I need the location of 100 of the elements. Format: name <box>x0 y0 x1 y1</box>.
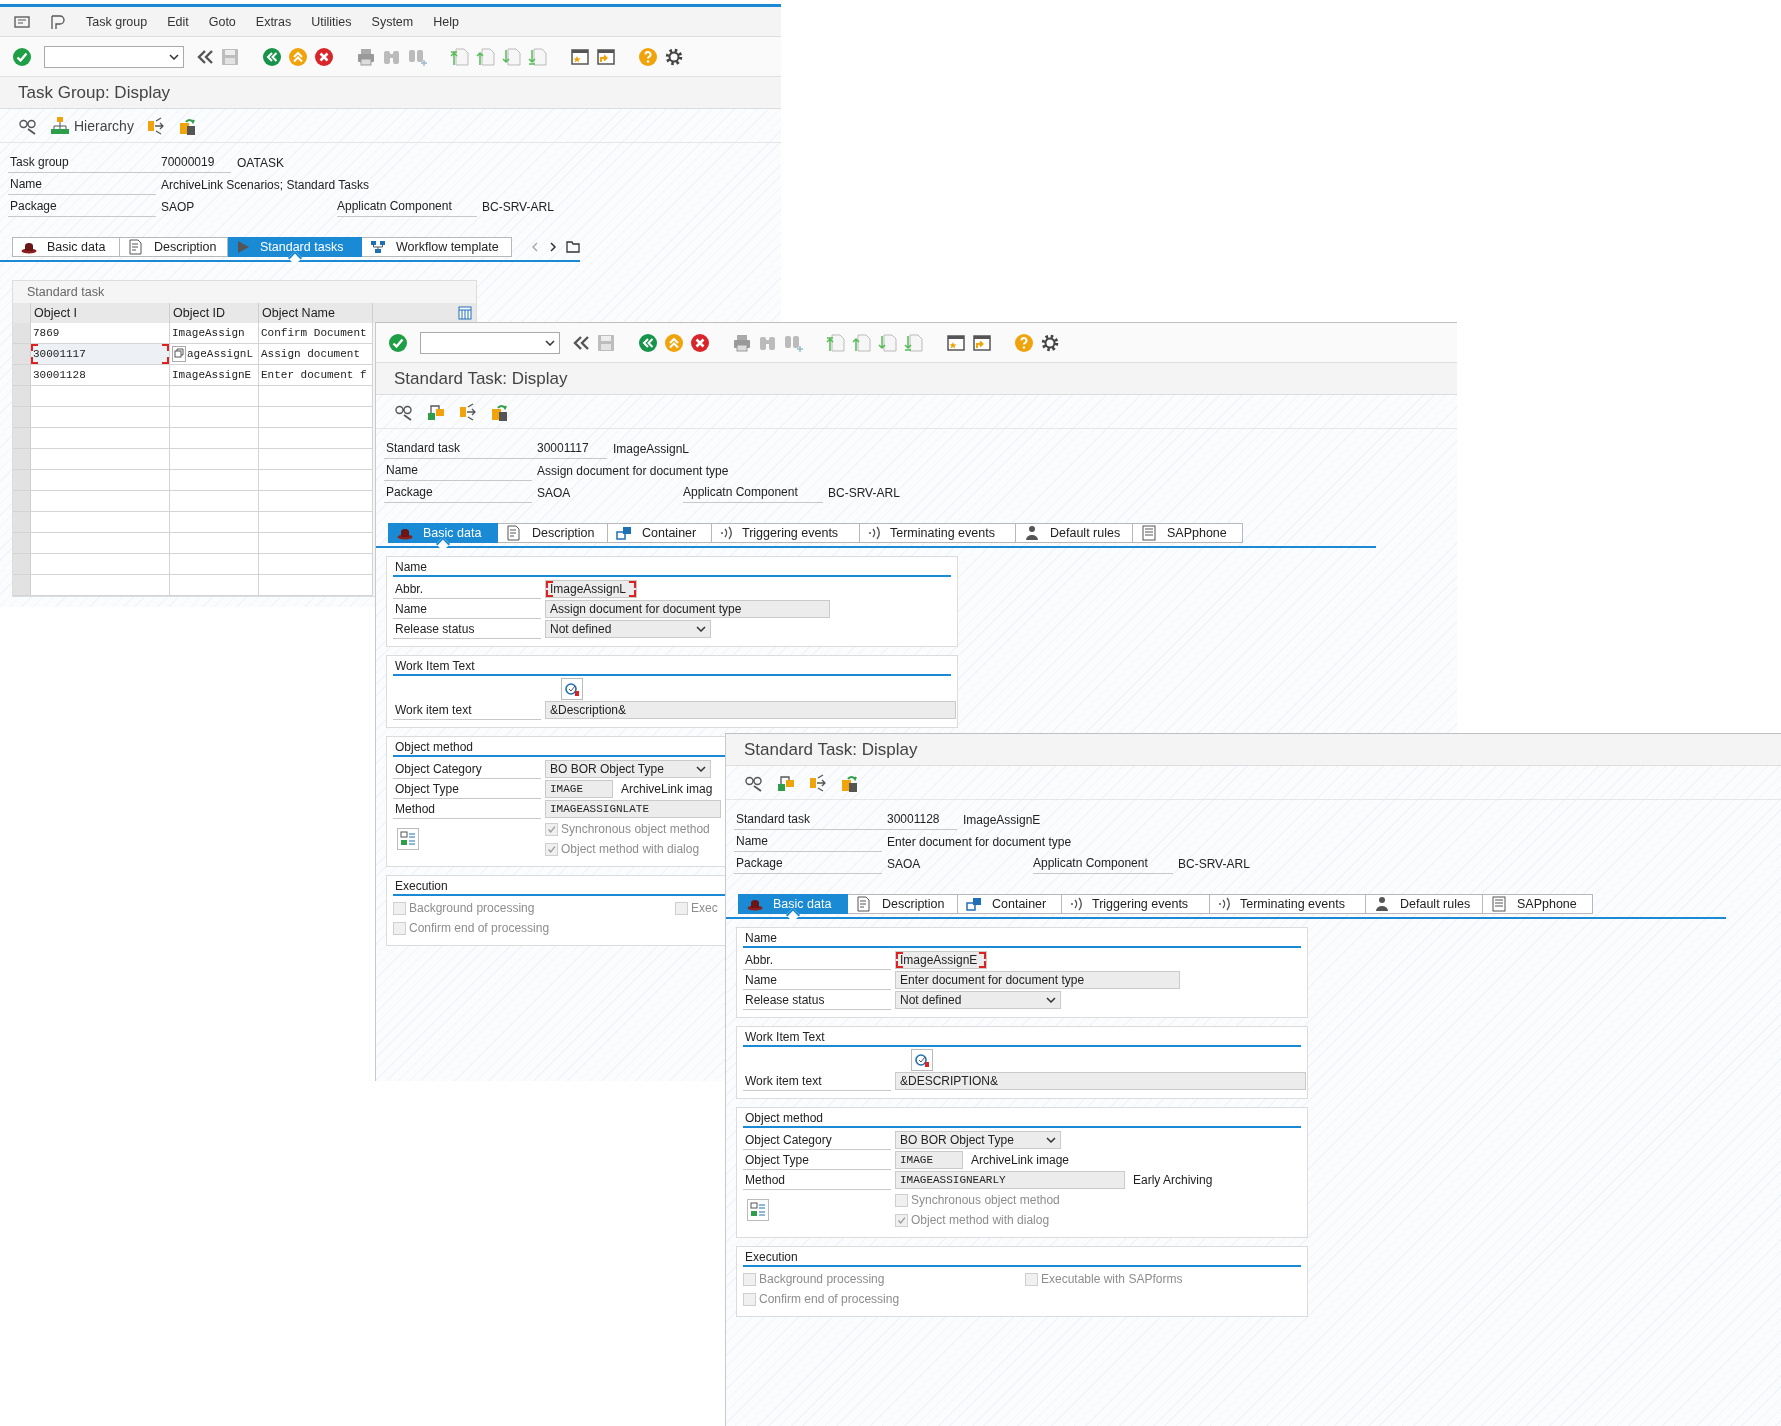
dropdown[interactable]: Not defined <box>895 991 1061 1009</box>
input-field[interactable]: ImageAssignL <box>545 580 637 598</box>
copy-icon[interactable] <box>172 346 186 362</box>
column-settings-icon[interactable] <box>458 306 472 320</box>
printer-icon[interactable] <box>356 46 376 67</box>
menu-item[interactable]: System <box>371 14 414 29</box>
caret-icon[interactable] <box>1046 1137 1056 1143</box>
tab[interactable]: Terminating events <box>1210 894 1366 914</box>
column-header[interactable]: Object ID <box>170 303 259 323</box>
dropdown[interactable]: Not defined <box>545 620 711 638</box>
tab[interactable]: SAPphone <box>1133 523 1243 543</box>
caret-icon[interactable] <box>696 766 706 772</box>
text-variable-button[interactable] <box>561 678 583 700</box>
field-label: Package <box>384 483 532 503</box>
printer-icon[interactable] <box>732 332 752 353</box>
tab-list-icon[interactable] <box>566 241 580 253</box>
tab[interactable]: Triggering events <box>712 523 860 543</box>
field-label: Release status <box>393 619 541 639</box>
tab[interactable]: Default rules <box>1016 523 1133 543</box>
input-field[interactable]: Assign document for document type <box>545 600 830 618</box>
tab[interactable]: Description <box>498 523 608 543</box>
attributes-button[interactable] <box>747 1199 769 1221</box>
column-header[interactable]: Object I <box>31 303 170 323</box>
field-value: BC-SRV-ARL <box>482 199 555 216</box>
shortcut-icon[interactable] <box>596 46 616 67</box>
layout-icon[interactable] <box>50 13 66 30</box>
section-title: Name <box>393 559 951 577</box>
input-field[interactable]: IMAGEASSIGNEARLY <box>895 1171 1125 1189</box>
column-header[interactable]: Object Name <box>259 303 373 323</box>
last-page-icon[interactable] <box>528 46 548 67</box>
text-variable-button[interactable] <box>911 1049 933 1071</box>
where-used-icon[interactable] <box>458 401 478 422</box>
help-icon[interactable] <box>638 46 658 67</box>
command-field[interactable] <box>44 45 184 68</box>
input-field[interactable]: ImageAssignE <box>895 951 987 969</box>
exit-icon[interactable] <box>664 332 684 353</box>
container-icon <box>966 897 982 911</box>
chevron-right-icon[interactable] <box>548 241 558 253</box>
menu-item[interactable]: Goto <box>208 14 236 29</box>
tab[interactable]: SAPphone <box>1483 894 1593 914</box>
caret-icon[interactable] <box>545 339 555 346</box>
input-field[interactable]: IMAGEASSIGNLATE <box>545 800 721 818</box>
where-used-icon[interactable] <box>145 115 166 136</box>
field-value: BC-SRV-ARL <box>828 485 901 502</box>
input-field[interactable]: IMAGE <box>545 780 613 798</box>
first-page-icon[interactable] <box>826 332 846 353</box>
tab[interactable]: Terminating events <box>860 523 1016 543</box>
tab[interactable]: Default rules <box>1366 894 1483 914</box>
tab[interactable]: Description <box>120 237 228 257</box>
chevron-left-icon[interactable] <box>530 241 540 253</box>
enter-icon[interactable] <box>12 46 32 67</box>
settings-icon[interactable] <box>664 46 684 67</box>
tab[interactable]: Container <box>958 894 1062 914</box>
tab[interactable]: Triggering events <box>1062 894 1210 914</box>
tab[interactable]: Basic data <box>12 237 120 257</box>
menu-item[interactable]: Edit <box>167 14 189 29</box>
menu-icon[interactable] <box>14 14 30 29</box>
cancel-icon[interactable] <box>690 332 710 353</box>
tab[interactable]: Description <box>848 894 958 914</box>
caret-icon[interactable] <box>169 53 179 60</box>
back-icon[interactable] <box>638 332 658 353</box>
input-field[interactable]: Enter document for document type <box>895 971 1180 989</box>
back-icon[interactable] <box>262 46 282 67</box>
cancel-icon[interactable] <box>314 46 334 67</box>
section-title: Object method <box>743 1110 1301 1128</box>
previous-page-icon[interactable] <box>852 332 872 353</box>
new-window-icon[interactable] <box>570 46 590 67</box>
field-label: Release status <box>743 990 891 1010</box>
caret-icon[interactable] <box>1046 997 1056 1003</box>
last-page-icon[interactable] <box>904 332 924 353</box>
help-icon[interactable] <box>1014 332 1034 353</box>
menu-item[interactable]: Utilities <box>311 14 352 29</box>
input-field[interactable]: &Description& <box>545 701 956 719</box>
hierarchy-button[interactable]: Hierarchy <box>50 115 134 136</box>
input-field[interactable]: IMAGE <box>895 1151 963 1169</box>
tab[interactable]: Workflow template <box>362 237 512 257</box>
first-page-icon[interactable] <box>450 46 470 67</box>
next-page-icon[interactable] <box>878 332 898 353</box>
checkbox-label: Confirm end of processing <box>759 1292 900 1306</box>
where-used-icon[interactable] <box>808 772 828 793</box>
tab[interactable]: Container <box>608 523 712 543</box>
play-icon <box>236 240 250 254</box>
dropdown[interactable]: BO BOR Object Type <box>895 1131 1061 1149</box>
exit-icon[interactable] <box>288 46 308 67</box>
shortcut-icon[interactable] <box>972 332 992 353</box>
select-all-cell[interactable] <box>13 303 31 323</box>
menu-item[interactable]: Task group <box>86 14 148 29</box>
enter-icon[interactable] <box>388 332 408 353</box>
input-field[interactable]: &DESCRIPTION& <box>895 1072 1306 1090</box>
previous-page-icon[interactable] <box>476 46 496 67</box>
next-page-icon[interactable] <box>502 46 522 67</box>
menu-item[interactable]: Extras <box>255 14 292 29</box>
attributes-button[interactable] <box>397 828 419 850</box>
new-window-icon[interactable] <box>946 332 966 353</box>
menu-item[interactable]: Help <box>433 14 459 29</box>
caret-icon[interactable] <box>696 626 706 632</box>
command-field[interactable] <box>420 331 560 354</box>
field-value: OATASK <box>237 155 284 172</box>
dropdown[interactable]: BO BOR Object Type <box>545 760 711 778</box>
settings-icon[interactable] <box>1040 332 1060 353</box>
